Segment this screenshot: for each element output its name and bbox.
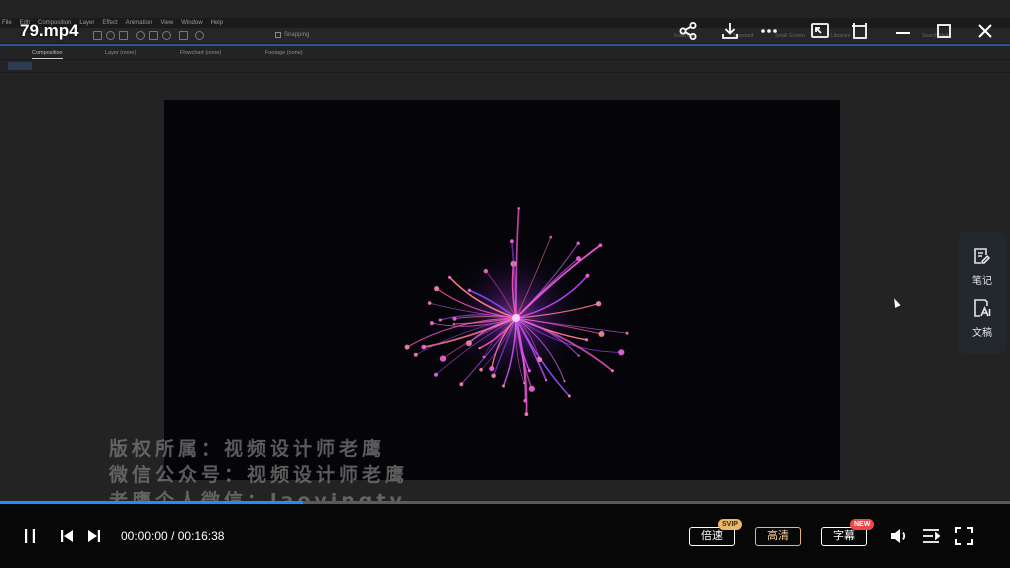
volume-button[interactable]: [887, 524, 911, 548]
next-button[interactable]: [83, 525, 105, 547]
particle-spark: [434, 372, 438, 377]
mouse-cursor-icon: [891, 297, 901, 308]
skip-previous-icon: [61, 530, 73, 542]
composition-viewer: [164, 100, 840, 480]
note-icon: [974, 248, 991, 264]
subtitle-label: 字幕: [833, 529, 855, 542]
particle-spark: [452, 322, 455, 326]
particle-spark: [478, 347, 481, 350]
particle-spark: [479, 367, 483, 372]
new-badge: NEW: [850, 519, 875, 530]
particle-spark: [439, 355, 447, 362]
particle-burst-graphic: [404, 207, 629, 417]
current-time: 00:00:00: [121, 529, 168, 543]
svip-badge: SVIP: [718, 519, 742, 530]
ae-tab-footage: Footage (none): [265, 50, 303, 56]
maximize-icon[interactable]: [932, 19, 956, 43]
notes-label: 笔记: [972, 276, 992, 287]
quality-label: 高清: [767, 529, 789, 542]
particle-spark: [549, 235, 552, 239]
speed-button[interactable]: 倍速 SVIP: [689, 519, 742, 546]
previous-button[interactable]: [56, 525, 78, 547]
quality-button[interactable]: 高清: [755, 527, 801, 546]
speed-label: 倍速: [701, 529, 723, 542]
fullscreen-button[interactable]: [952, 524, 976, 548]
particle-spark: [467, 288, 472, 292]
particle-spark: [544, 379, 548, 382]
particle-spark: [465, 340, 472, 347]
particle-spark: [563, 380, 566, 383]
watermark-line-1: 版权所属：视频设计师老鹰: [109, 438, 386, 460]
particle-spark: [577, 354, 580, 357]
particle-spark: [491, 373, 496, 379]
pause-icon: [25, 529, 35, 543]
minimize-icon[interactable]: [891, 19, 915, 43]
particle-spark: [502, 384, 505, 388]
watermark-line-2: 微信公众号：视频设计师老鹰: [109, 464, 409, 486]
particle-spark: [610, 369, 614, 373]
particle-spark: [527, 369, 531, 373]
download-icon[interactable]: [718, 19, 742, 43]
ae-tab-layer: Layer (none): [105, 50, 137, 56]
particle-spark: [459, 382, 464, 387]
particle-spark: [576, 241, 580, 245]
transcript-label: 文稿: [972, 328, 992, 339]
more-icon[interactable]: [757, 19, 781, 43]
notes-button[interactable]: 笔记: [958, 246, 1006, 287]
particle-spark: [413, 352, 418, 357]
particle-spark: [585, 273, 590, 278]
skip-next-icon: [88, 530, 100, 542]
volume-icon: [891, 529, 906, 543]
particle-spark: [489, 366, 495, 372]
watermark-line-3: 老鹰个人微信：laoyingtv: [109, 490, 406, 502]
particle-spark: [625, 331, 629, 335]
particle-spark: [598, 331, 605, 337]
particle-spark: [483, 268, 488, 274]
particle-spark: [510, 239, 514, 244]
close-icon[interactable]: [973, 19, 997, 43]
time-display: 00:00:00 / 00:16:38: [121, 529, 224, 543]
ae-tab-composition: Composition: [32, 50, 63, 59]
side-tool-panel: 笔记 文稿: [958, 232, 1006, 354]
particle-spark: [618, 349, 625, 356]
playlist-icon: [923, 529, 941, 543]
fullscreen-icon: [955, 527, 973, 545]
particle-spark: [524, 412, 529, 417]
particle-spark: [404, 344, 410, 350]
playlist-button[interactable]: [919, 524, 943, 548]
particle-spark: [434, 286, 440, 292]
particle-spark: [438, 318, 442, 322]
file-title: 79.mp4: [20, 21, 79, 40]
control-bar: 00:00:00 / 00:16:38 倍速 SVIP 高清 字幕 NEW: [0, 504, 1010, 568]
player-top-bar: 79.mp4: [0, 16, 1010, 50]
particle-spark: [517, 207, 520, 210]
pin-icon[interactable]: [848, 19, 872, 43]
particle-spark: [528, 385, 535, 392]
subtitle-button[interactable]: 字幕 NEW: [821, 519, 875, 546]
particle-spark: [567, 394, 571, 398]
particle-spark: [598, 243, 603, 248]
pause-button[interactable]: [19, 525, 41, 547]
transcript-button[interactable]: 文稿: [958, 298, 1006, 339]
particle-spark: [448, 275, 452, 279]
copyright-watermark: 版权所属：视频设计师老鹰 微信公众号：视频设计师老鹰 老鹰个人微信：laoyin…: [109, 436, 408, 502]
ae-tab-flowchart: Flowchart (none): [180, 50, 222, 56]
total-time: 00:16:38: [177, 529, 225, 543]
ae-divider: [0, 72, 1010, 73]
particle-spark: [421, 344, 427, 350]
particle-spark: [595, 301, 602, 307]
particle-spark: [427, 301, 432, 305]
transcript-icon: [974, 299, 991, 317]
picture-in-picture-icon[interactable]: [808, 19, 832, 43]
time-separator: /: [171, 529, 175, 543]
particle-spark: [584, 338, 589, 342]
particle-spark: [482, 355, 486, 359]
particle-spark: [523, 382, 526, 385]
ae-comp-subtab: [8, 62, 32, 70]
video-frame[interactable]: File Edit Composition Layer Effect Anima…: [0, 0, 1010, 502]
particle-spark: [429, 321, 434, 326]
share-icon[interactable]: [676, 19, 700, 43]
